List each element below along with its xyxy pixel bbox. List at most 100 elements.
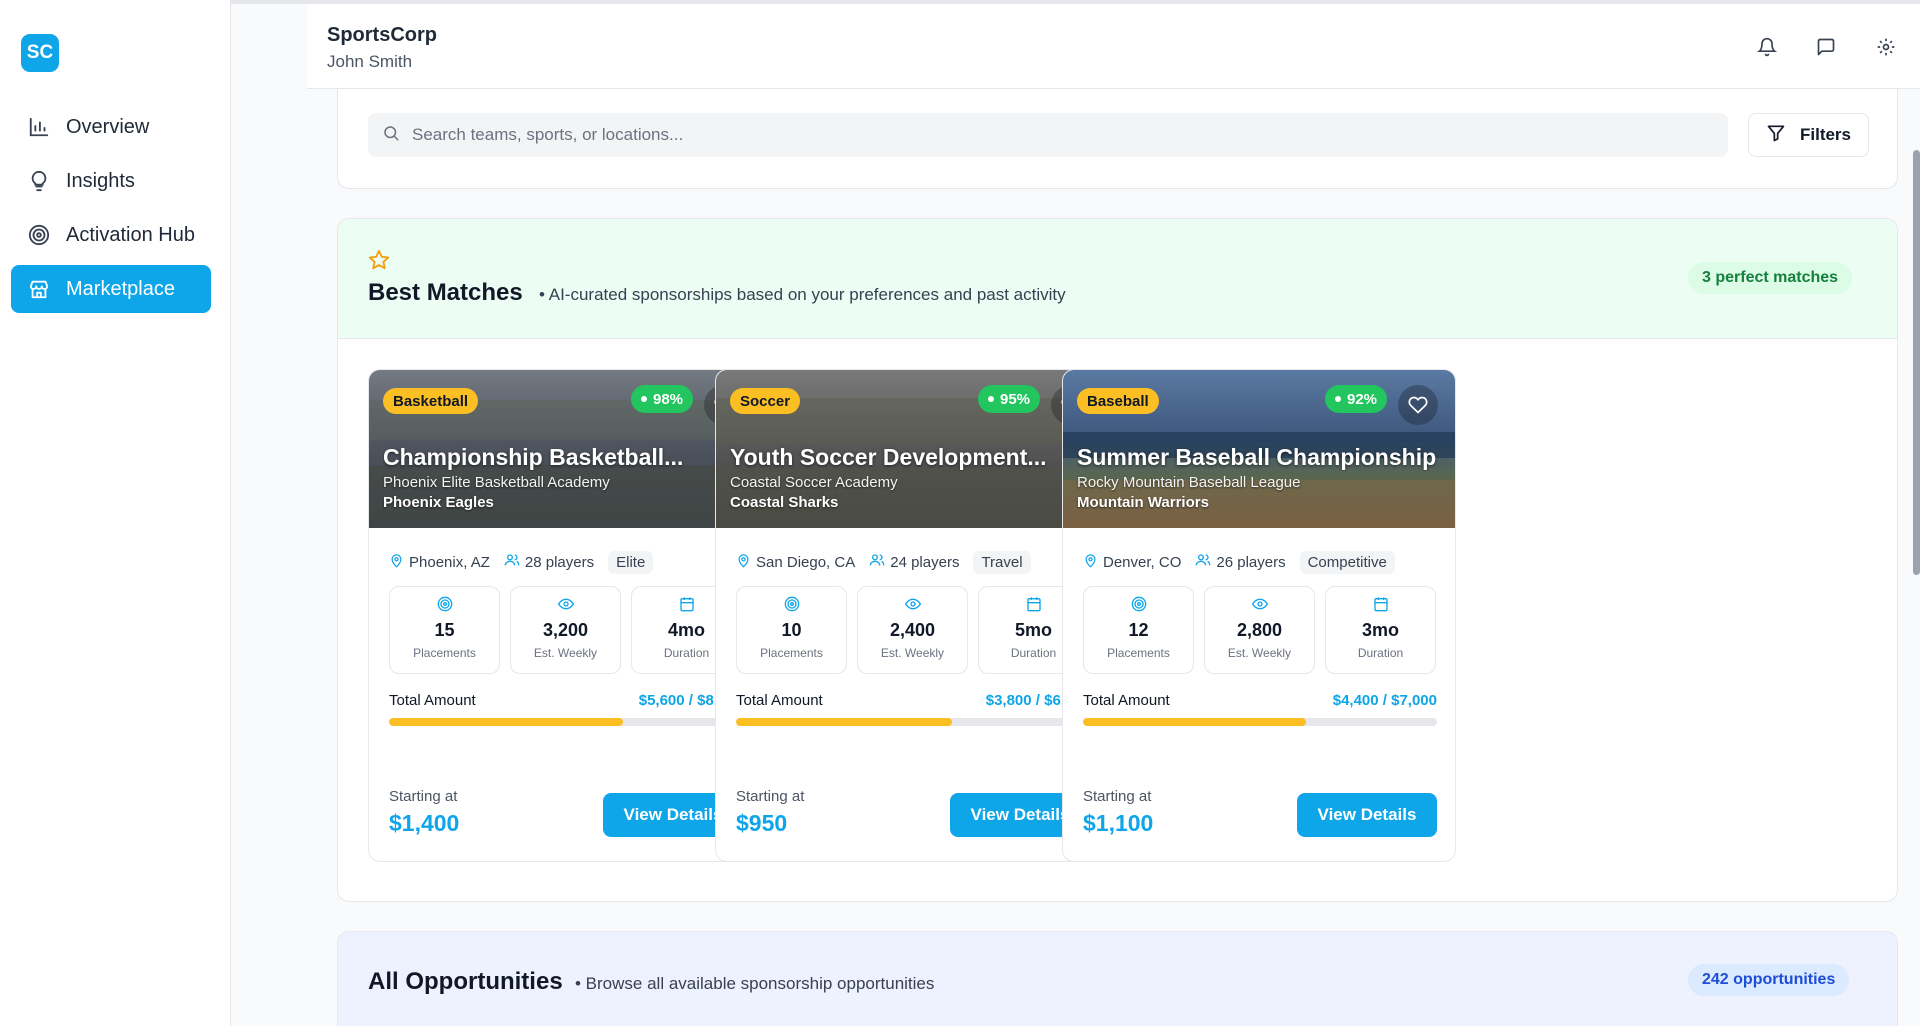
location-text: Phoenix, AZ — [409, 553, 490, 571]
stat-placements: 12 Placements — [1083, 586, 1194, 674]
card-image: Baseball 92% Summer Baseball Championshi… — [1063, 370, 1455, 528]
card-image: Basketball 98% Championship Basketball..… — [369, 370, 761, 528]
opportunities-count-badge: 242 opportunities — [1688, 964, 1850, 996]
sport-badge: Baseball — [1077, 388, 1159, 414]
bar-chart-icon — [26, 114, 52, 140]
players-text: 24 players — [890, 553, 960, 571]
stat-weekly: 3,200 Est. Weekly — [510, 586, 621, 674]
starting-price: $1,100 — [1083, 810, 1154, 836]
calendar-icon — [679, 597, 694, 612]
match-score-badge: 95% — [978, 385, 1041, 413]
starting-label: Starting at — [389, 788, 458, 805]
location-text: San Diego, CA — [756, 553, 856, 571]
card-organization: Rocky Mountain Baseball League — [1077, 474, 1301, 491]
sport-badge: Soccer — [730, 388, 801, 414]
calendar-icon — [1373, 597, 1388, 612]
users-icon — [869, 552, 885, 572]
view-details-button[interactable]: View Details — [1297, 793, 1437, 837]
sport-badge: Basketball — [383, 388, 479, 414]
perfect-matches-badge: 3 perfect matches — [1688, 262, 1853, 294]
sidebar-item-marketplace[interactable]: Marketplace — [11, 265, 211, 313]
opportunity-card[interactable]: Basketball 98% Championship Basketball..… — [368, 369, 762, 862]
card-stats: 12 Placements 2,800 Est. Weekly 3mo Dura… — [1083, 586, 1446, 674]
card-meta: Denver, CO 26 players Competitive — [1083, 550, 1395, 574]
card-organization: Coastal Soccer Academy — [730, 474, 898, 491]
eye-icon — [557, 598, 574, 610]
main-content: SportsCorp John Smith JS Filters — [231, 0, 1920, 1026]
section-title: Best Matches — [368, 279, 523, 306]
all-opportunities-section: All Opportunities • Browse all available… — [337, 931, 1898, 1026]
search-bar — [368, 113, 1728, 157]
progress-bar — [389, 718, 743, 726]
card-stats: 15 Placements 3,200 Est. Weekly 4mo Dura… — [389, 586, 752, 674]
players-text: 28 players — [524, 553, 595, 571]
filter-icon — [1766, 123, 1786, 148]
stat-weekly: 2,800 Est. Weekly — [1204, 586, 1315, 674]
sidebar-item-label: Overview — [66, 115, 150, 138]
sidebar-item-insights[interactable]: Insights — [11, 157, 211, 205]
stat-duration: 3mo Duration — [1325, 586, 1436, 674]
stat-placements: 15 Placements — [389, 586, 500, 674]
card-stats: 10 Placements 2,400 Est. Weekly 5mo Dura… — [736, 586, 1099, 674]
card-team: Phoenix Eagles — [383, 494, 494, 511]
match-score-badge: 92% — [1325, 385, 1388, 413]
sidebar-item-overview[interactable]: Overview — [11, 103, 211, 151]
target-icon — [26, 222, 52, 248]
favorite-button[interactable] — [1398, 385, 1438, 425]
amount-row: Total Amount $4,400 / $7,000 — [1083, 692, 1437, 709]
target-icon — [1131, 596, 1146, 612]
players-text: 26 players — [1216, 553, 1286, 571]
progress-bar — [736, 718, 1090, 726]
best-matches-header: Best Matches • AI-curated sponsorships b… — [338, 219, 1897, 339]
card-team: Coastal Sharks — [730, 494, 839, 511]
card-meta: San Diego, CA 24 players Travel — [736, 550, 1031, 574]
store-icon — [26, 276, 52, 302]
card-title: Youth Soccer Development... — [730, 444, 1047, 470]
card-meta: Phoenix, AZ 28 players Elite — [389, 550, 654, 574]
star-icon — [368, 249, 390, 276]
user-name: John Smith — [327, 52, 413, 71]
best-matches-section: Best Matches • AI-curated sponsorships b… — [337, 218, 1898, 902]
card-team: Mountain Warriors — [1077, 494, 1209, 511]
card-title: Summer Baseball Championship — [1077, 444, 1437, 470]
eye-icon — [904, 598, 921, 610]
level-tag: Elite — [608, 550, 654, 574]
sidebar-item-label: Marketplace — [66, 277, 175, 300]
card-title: Championship Basketball... — [383, 444, 684, 470]
lightbulb-icon — [26, 168, 52, 194]
opportunity-card[interactable]: Baseball 92% Summer Baseball Championshi… — [1062, 369, 1456, 862]
section-subtitle: • Browse all available sponsorship oppor… — [575, 974, 935, 993]
card-organization: Phoenix Elite Basketball Academy — [383, 474, 610, 491]
company-name: SportsCorp — [327, 24, 437, 46]
eye-icon — [1251, 598, 1268, 610]
header: SportsCorp John Smith JS — [307, 4, 1920, 89]
sidebar-nav: Overview Insights Activation Hub Marketp… — [11, 103, 211, 319]
gear-icon[interactable] — [1873, 34, 1899, 60]
message-icon[interactable] — [1813, 34, 1839, 60]
sidebar-item-label: Activation Hub — [66, 223, 195, 246]
bell-icon[interactable] — [1754, 34, 1780, 60]
search-panel: Filters — [337, 89, 1898, 189]
map-pin-icon — [736, 553, 751, 572]
search-input[interactable] — [412, 125, 1692, 145]
starting-label: Starting at — [1083, 788, 1152, 805]
opportunity-card[interactable]: Soccer 95% Youth Soccer Development... C… — [715, 369, 1109, 862]
calendar-icon — [1026, 597, 1041, 612]
amount-row: Total Amount $5,600 / $8,500 — [389, 692, 743, 709]
filters-button[interactable]: Filters — [1748, 113, 1869, 157]
starting-label: Starting at — [736, 788, 805, 805]
map-pin-icon — [389, 553, 404, 572]
card-image: Soccer 95% Youth Soccer Development... C… — [716, 370, 1108, 528]
app-logo[interactable]: SC — [21, 34, 59, 72]
map-pin-icon — [1083, 553, 1098, 572]
stat-placements: 10 Placements — [736, 586, 847, 674]
scrollbar[interactable] — [1913, 150, 1920, 575]
section-subtitle: • AI-curated sponsorships based on your … — [539, 285, 1066, 304]
sidebar-item-activation-hub[interactable]: Activation Hub — [11, 211, 211, 259]
match-score-badge: 98% — [631, 385, 694, 413]
sidebar-item-label: Insights — [66, 169, 135, 192]
amount-row: Total Amount $3,800 / $6,200 — [736, 692, 1090, 709]
target-icon — [784, 596, 799, 612]
progress-bar — [1083, 718, 1437, 726]
starting-price: $1,400 — [389, 810, 460, 836]
